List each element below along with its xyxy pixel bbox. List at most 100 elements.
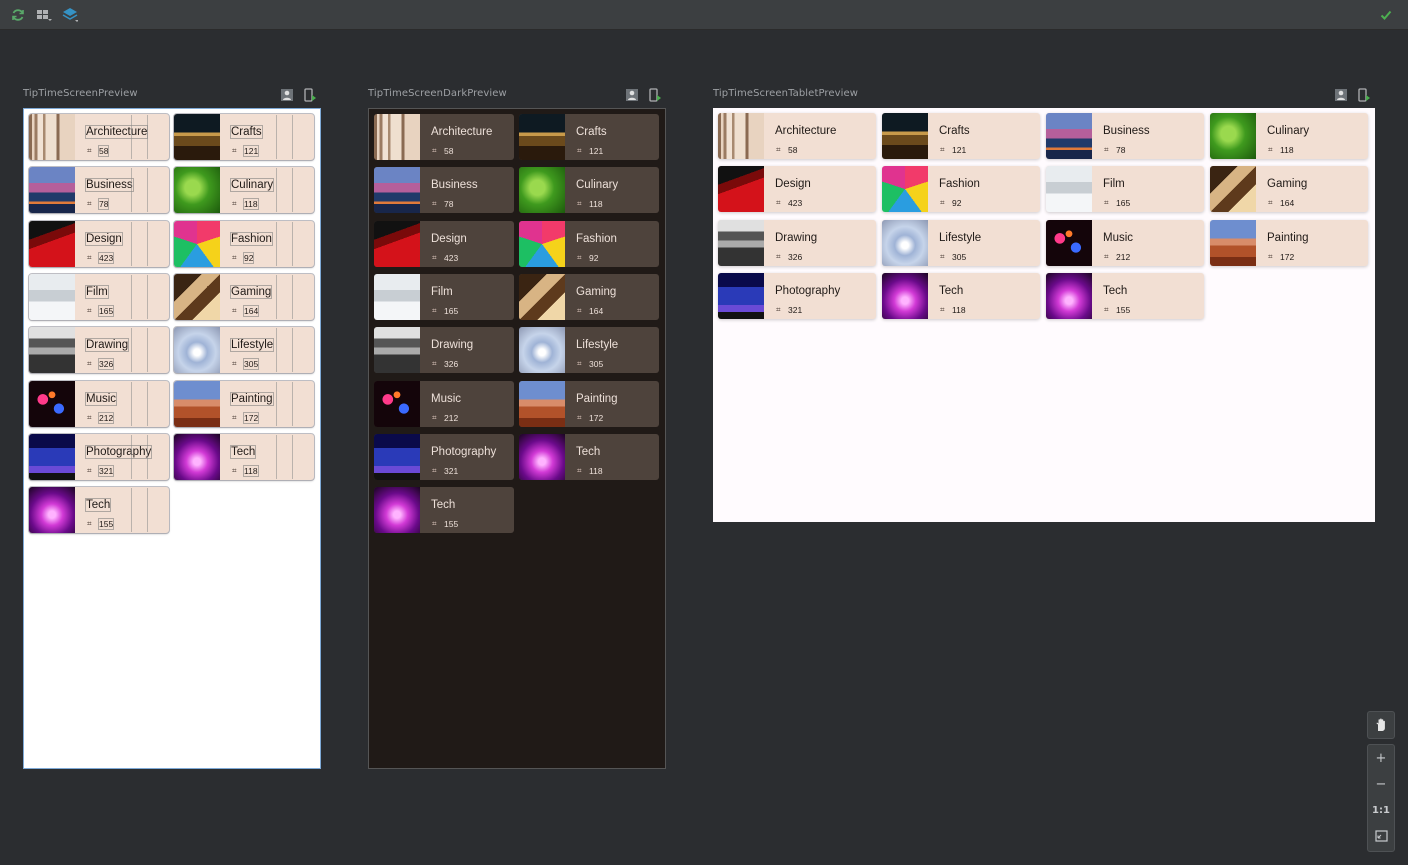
grain-icon: ⌗ (87, 519, 92, 529)
zoom-out-button[interactable]: − (1368, 771, 1394, 797)
topic-card[interactable]: Crafts ⌗ 121 (882, 113, 1040, 159)
topic-card[interactable]: Culinary ⌗ 118 (173, 166, 315, 215)
topic-card[interactable]: Architecture ⌗ 58 (374, 114, 514, 160)
topic-name: Architecture (84, 125, 149, 139)
topic-card[interactable]: Architecture ⌗ 58 (28, 113, 170, 161)
topic-card[interactable]: Business ⌗ 78 (374, 167, 514, 214)
topic-card[interactable]: Drawing ⌗ 326 (28, 326, 170, 375)
topic-thumbnail (1046, 166, 1092, 213)
topic-card[interactable]: Drawing ⌗ 326 (718, 219, 876, 266)
topic-thumbnail (374, 487, 420, 534)
topic-count: 172 (242, 411, 260, 424)
topic-card[interactable]: Film ⌗ 165 (374, 273, 514, 320)
dark-preview-frame[interactable]: Architecture ⌗ 58 Crafts ⌗ 121 Business ⌗ 78 Culi… (368, 108, 666, 769)
topic-card[interactable]: Culinary ⌗ 118 (1210, 113, 1368, 159)
interactive-mode-icon[interactable] (625, 87, 641, 103)
zoom-in-button[interactable]: + (1368, 745, 1394, 771)
layout-bounds-guide (292, 434, 293, 479)
topic-count: 118 (1280, 145, 1294, 155)
deploy-to-device-icon[interactable] (1357, 87, 1373, 103)
topic-thumbnail (1210, 113, 1256, 159)
topic-name: Tech (229, 444, 257, 459)
layout-bounds-guide (147, 274, 148, 319)
topic-card[interactable]: Gaming ⌗ 164 (173, 272, 315, 321)
topic-thumbnail (718, 166, 764, 213)
topic-card[interactable]: Tech ⌗ 118 (173, 432, 315, 481)
topic-card[interactable]: Film ⌗ 165 (28, 272, 170, 321)
topic-card[interactable]: Lifestyle ⌗ 305 (173, 326, 315, 375)
refresh-icon[interactable] (8, 5, 28, 25)
layers-icon[interactable] (60, 5, 80, 25)
topic-card[interactable]: Drawing ⌗ 326 (374, 327, 514, 374)
layout-bounds-guide (131, 115, 132, 159)
interactive-mode-icon[interactable] (1334, 87, 1350, 103)
topic-card[interactable]: Tech ⌗ 118 (882, 272, 1040, 319)
topic-card[interactable]: Fashion ⌗ 92 (882, 166, 1040, 213)
topic-name: Drawing (775, 231, 818, 244)
topic-card[interactable]: Photography ⌗ 321 (28, 432, 170, 481)
topic-card[interactable]: Tech ⌗ 118 (519, 433, 659, 480)
topic-count: 92 (952, 198, 962, 209)
topic-card[interactable]: Music ⌗ 212 (28, 379, 170, 428)
topic-card[interactable]: Design ⌗ 423 (374, 220, 514, 267)
topic-card[interactable]: Architecture ⌗ 58 (718, 113, 876, 159)
topic-count: 92 (589, 252, 599, 263)
deploy-to-device-icon[interactable] (303, 87, 319, 103)
topic-thumbnail (29, 273, 75, 320)
topic-card[interactable]: Tech ⌗ 155 (28, 486, 170, 535)
topic-card[interactable]: Gaming ⌗ 164 (519, 273, 659, 320)
topic-thumbnail (174, 114, 220, 160)
topic-name: Drawing (431, 339, 474, 352)
topic-card[interactable]: Tech ⌗ 155 (374, 487, 514, 534)
topic-thumbnail (29, 327, 75, 374)
hand-icon[interactable] (1368, 712, 1394, 738)
grain-icon: ⌗ (940, 145, 945, 154)
topic-card[interactable]: Music ⌗ 212 (1046, 219, 1204, 266)
topic-card[interactable]: Painting ⌗ 172 (1210, 219, 1368, 266)
layout-bounds-guide (131, 328, 132, 373)
topic-thumbnail (174, 380, 220, 427)
deploy-to-device-icon[interactable] (648, 87, 664, 103)
topic-card[interactable]: Tech ⌗ 155 (1046, 272, 1204, 319)
topic-card[interactable]: Music ⌗ 212 (374, 380, 514, 427)
actual-size-button[interactable]: 1:1 (1368, 797, 1394, 823)
topic-card[interactable]: Film ⌗ 165 (1046, 166, 1204, 213)
topic-card[interactable]: Crafts ⌗ 121 (173, 113, 315, 161)
topic-card[interactable]: Business ⌗ 78 (28, 166, 170, 215)
topic-card[interactable]: Fashion ⌗ 92 (173, 219, 315, 268)
light-preview-frame[interactable]: Architecture ⌗ 58 Crafts ⌗ 121 Business ⌗ 78 Culi… (23, 108, 321, 769)
grain-icon: ⌗ (432, 305, 437, 315)
topic-card[interactable]: Gaming ⌗ 164 (1210, 166, 1368, 213)
topic-card[interactable]: Design ⌗ 423 (28, 219, 170, 268)
topic-card[interactable]: Fashion ⌗ 92 (519, 220, 659, 267)
topic-thumbnail (882, 166, 928, 213)
topic-name: Photography (431, 445, 497, 458)
topic-card[interactable]: Photography ⌗ 321 (718, 272, 876, 319)
topic-count: 118 (589, 465, 603, 476)
topic-name: Painting (1267, 231, 1309, 244)
topic-thumbnail (1210, 219, 1256, 266)
topic-card[interactable]: Lifestyle ⌗ 305 (519, 327, 659, 374)
topic-card[interactable]: Lifestyle ⌗ 305 (882, 219, 1040, 266)
topic-count: 305 (952, 251, 967, 262)
topic-count: 172 (1280, 251, 1295, 262)
topic-card[interactable]: Design ⌗ 423 (718, 166, 876, 213)
topic-card[interactable]: Crafts ⌗ 121 (519, 114, 659, 160)
topic-card[interactable]: Photography ⌗ 321 (374, 433, 514, 480)
topic-name: Lifestyle (229, 338, 275, 353)
topic-card[interactable]: Painting ⌗ 172 (519, 380, 659, 427)
interactive-mode-icon[interactable] (280, 87, 296, 103)
layout-grid-icon[interactable] (34, 5, 54, 25)
grain-icon: ⌗ (432, 412, 437, 422)
grain-icon: ⌗ (87, 305, 92, 315)
topic-card[interactable]: Painting ⌗ 172 (173, 379, 315, 428)
topic-card[interactable]: Business ⌗ 78 (1046, 113, 1204, 159)
topic-name: Design (431, 232, 467, 245)
tablet-preview-frame[interactable]: Architecture ⌗ 58 Crafts ⌗ 121 Business ⌗ 78 Culi… (713, 108, 1375, 522)
grain-icon: ⌗ (432, 359, 437, 369)
topic-card[interactable]: Culinary ⌗ 118 (519, 167, 659, 214)
topic-name: Design (775, 178, 811, 191)
tablet-preview-title: TipTimeScreenTabletPreview (713, 88, 859, 99)
fit-screen-icon[interactable] (1368, 823, 1394, 849)
topic-name: Lifestyle (939, 231, 982, 244)
